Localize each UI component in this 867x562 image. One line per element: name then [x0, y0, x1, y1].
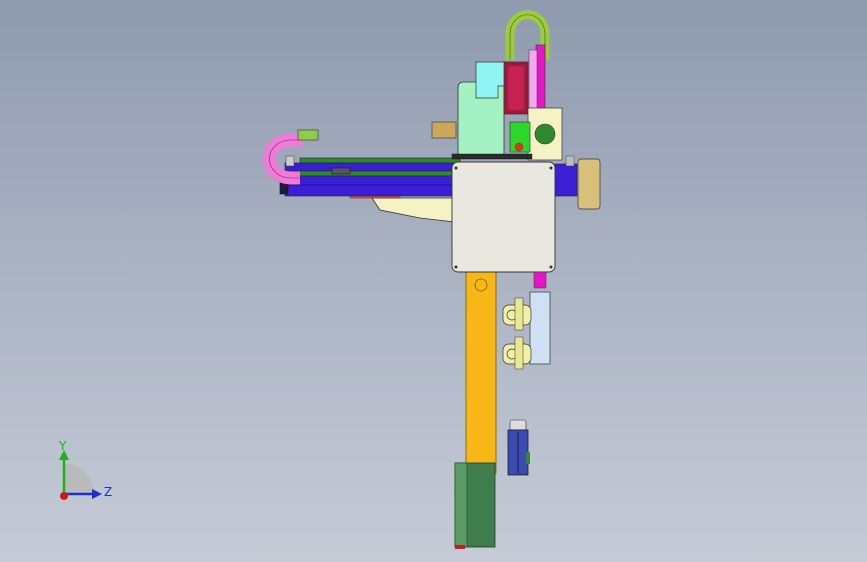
right-end-assembly[interactable]: [554, 155, 601, 210]
gripper-vertical-plate: [529, 291, 551, 365]
beam-green-stripe: [284, 170, 456, 177]
plate-screw-br: [549, 265, 553, 269]
cad-3d-viewport[interactable]: [0, 0, 867, 562]
plate-screw-tl: [454, 166, 458, 170]
coordinate-triad: Y Z: [58, 440, 112, 500]
gripper-assembly[interactable]: [502, 271, 551, 476]
main-carriage-plate[interactable]: [451, 161, 556, 273]
drive-base-strip: [451, 153, 533, 160]
blue-end-block: [554, 163, 578, 197]
triad-y-label: Y: [58, 440, 67, 453]
upper-clamp-arm: [514, 297, 524, 331]
beam-carriage: [331, 167, 351, 175]
bracket-bore: [534, 123, 556, 145]
gear-motor-face: [507, 65, 525, 111]
tan-end-cap: [577, 158, 601, 210]
plate-screw-tr: [549, 166, 553, 170]
column-hole: [474, 278, 488, 292]
small-gray-cap: [565, 155, 575, 167]
x-axis-point-icon: [60, 492, 68, 500]
column-base-foot: [455, 545, 465, 549]
triad-quadrant: [64, 464, 94, 494]
coupling-red-dot: [514, 142, 524, 152]
cylinder-head: [509, 419, 527, 431]
triad-z-label: Z: [104, 485, 112, 499]
column-body: [465, 267, 497, 474]
z-axis-arrow-icon: [92, 489, 102, 499]
lower-clamp-arm: [514, 336, 524, 370]
beam-upper-layer: [284, 162, 456, 172]
gripper-mount-stub: [533, 271, 547, 289]
tan-spacer-block: [431, 121, 457, 139]
carriage-plate: [451, 161, 556, 273]
beam-support-bracket: [371, 197, 456, 223]
cable-chain-mount: [285, 155, 295, 167]
horizontal-beam-assembly[interactable]: [279, 157, 461, 223]
vertical-column[interactable]: [454, 267, 497, 549]
upper-drive-assembly[interactable]: [431, 10, 563, 161]
plate-screw-bl: [454, 265, 458, 269]
beam-top-rail: [299, 157, 461, 164]
cylinder-clip: [526, 452, 530, 464]
cable-chain-green-end: [297, 129, 319, 141]
beam-main-body: [284, 175, 456, 197]
column-base-flange: [454, 462, 468, 548]
